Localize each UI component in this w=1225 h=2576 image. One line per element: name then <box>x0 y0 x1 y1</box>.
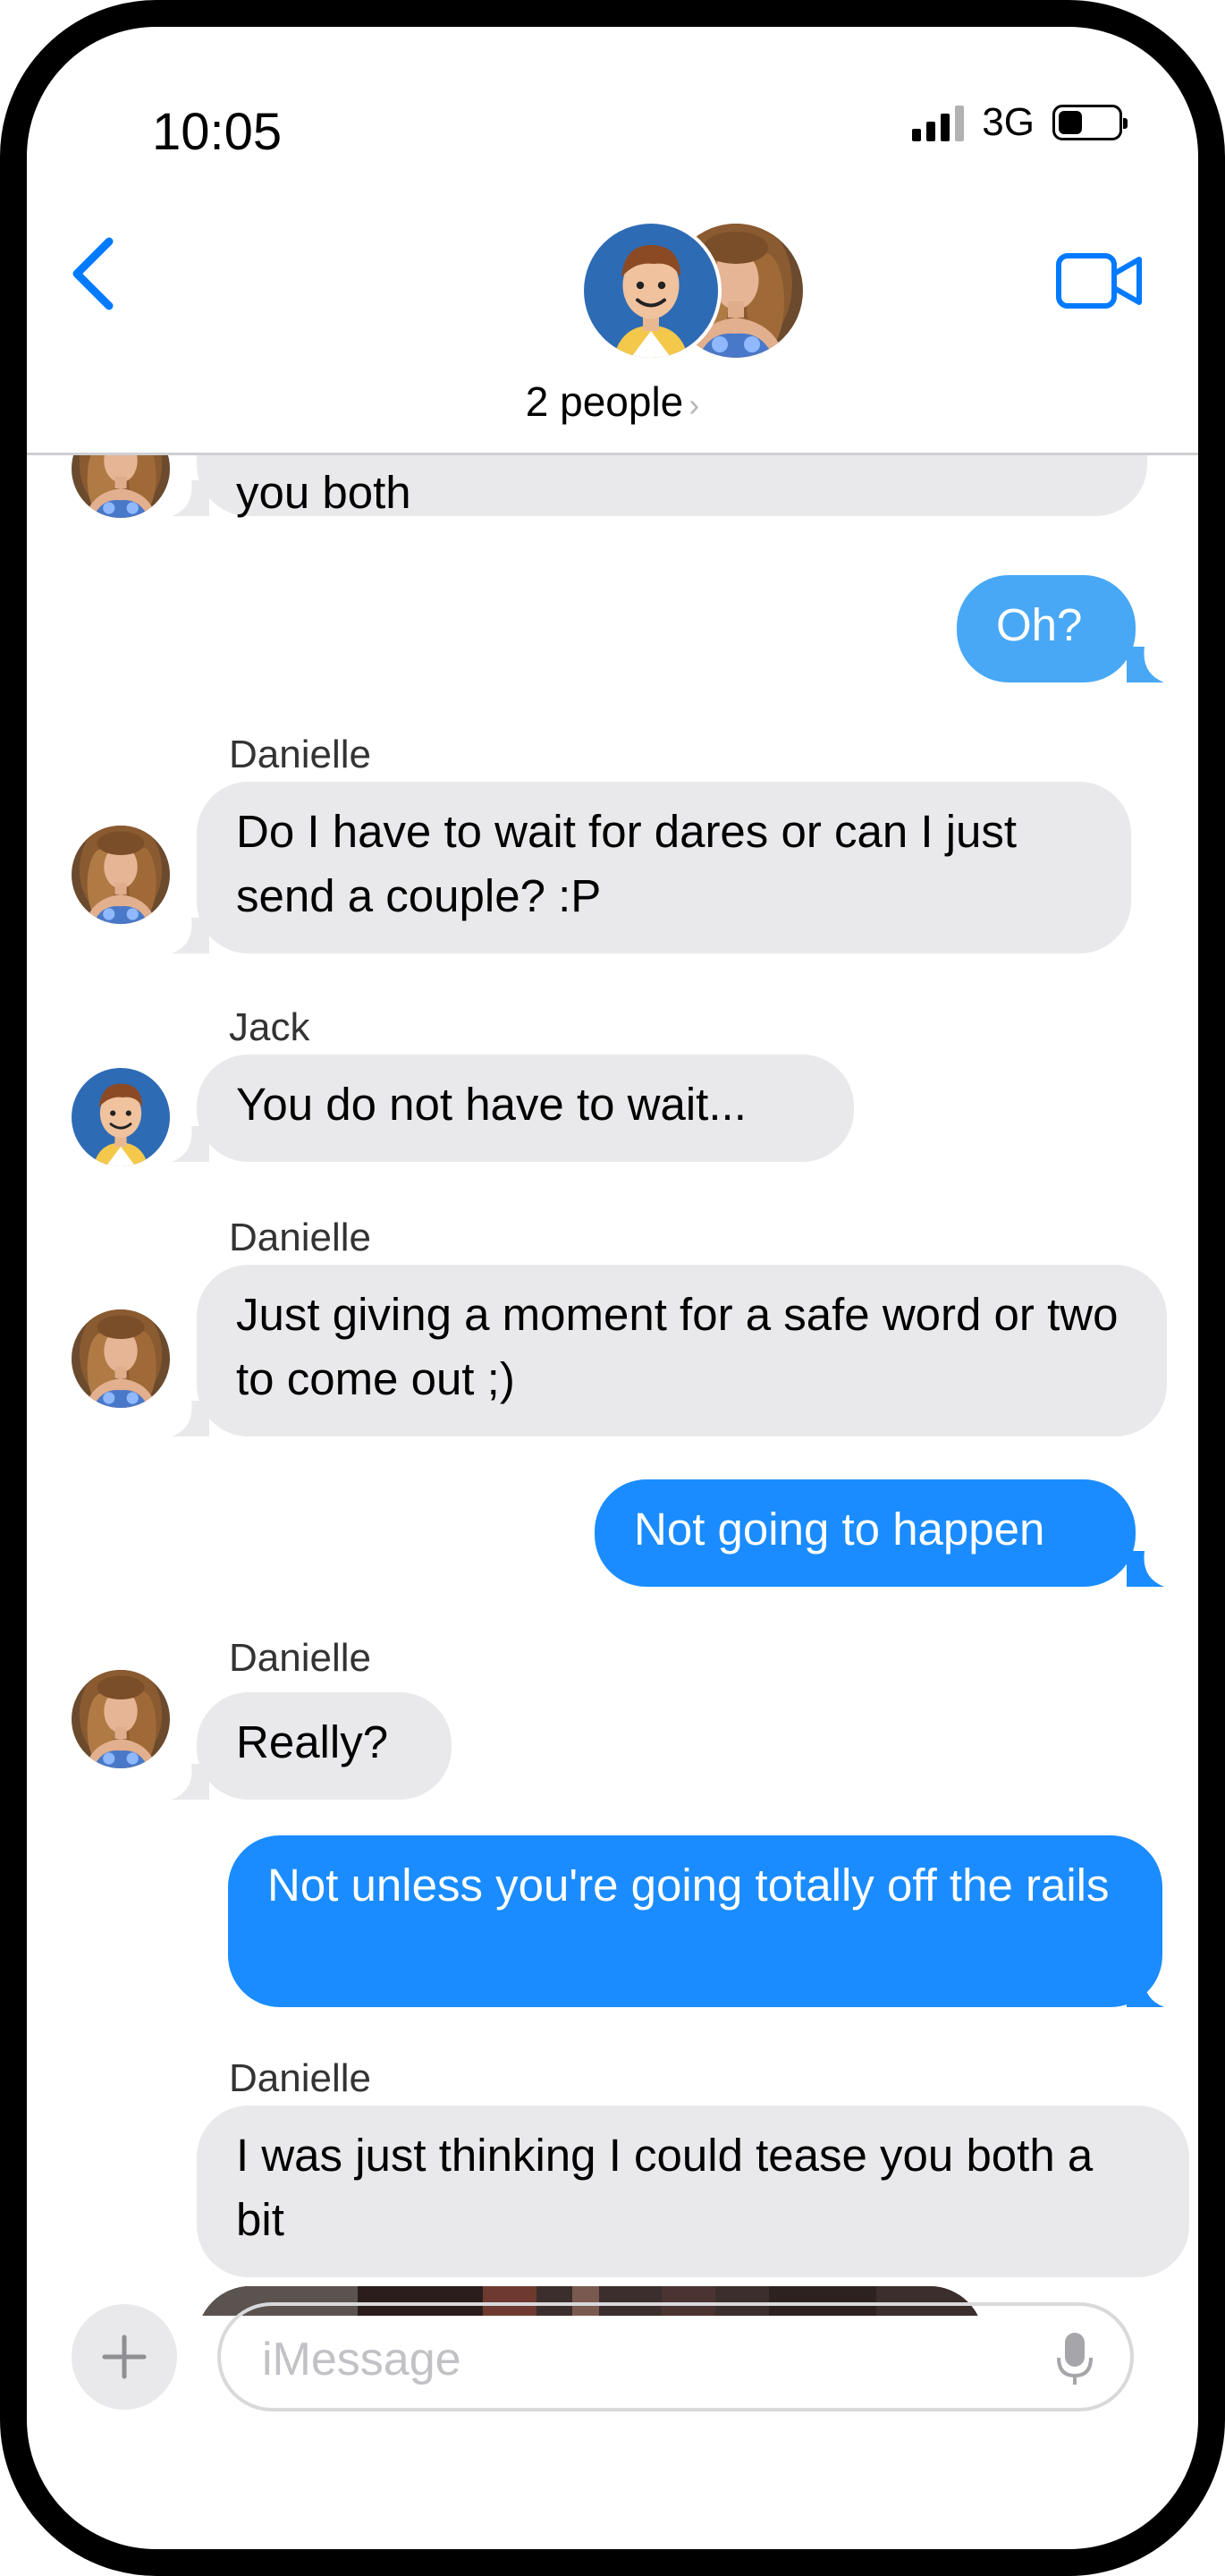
bubble-tail <box>172 1401 209 1436</box>
message-bubble-incoming[interactable]: I was just thinking I could tease you bo… <box>197 2106 1189 2277</box>
avatar-jack <box>580 220 722 361</box>
bubble-tail <box>172 918 209 953</box>
signal-icon <box>912 104 965 141</box>
status-indicators: 3G <box>912 100 1128 145</box>
dictation-button[interactable] <box>1055 2331 1094 2393</box>
message-bubble-incoming[interactable]: You do not have to wait... <box>197 1055 854 1162</box>
group-avatar[interactable] <box>580 220 772 367</box>
avatar <box>72 1309 170 1408</box>
message-text: Not going to happen <box>634 1504 1045 1555</box>
message-bubble-incoming[interactable]: you both <box>197 455 1147 518</box>
bubble-tail <box>1127 1551 1164 1587</box>
avatar <box>72 1670 170 1768</box>
sender-name: Danielle <box>229 1216 371 1259</box>
chevron-left-icon <box>72 237 114 310</box>
avatar <box>72 455 170 518</box>
conversation-header: 2 people › <box>27 188 1198 455</box>
message-bubble-outgoing[interactable]: Not unless you're going totally off the … <box>228 1835 1162 2007</box>
status-time: 10:05 <box>152 103 283 161</box>
bubble-tail <box>172 1764 209 1800</box>
phone-frame: 10:05 3G 2 people › you both Oh? Daniell… <box>0 0 1225 2576</box>
message-bubble-outgoing[interactable]: Not going to happen <box>595 1479 1136 1587</box>
video-camera-icon <box>1056 253 1142 309</box>
facetime-button[interactable] <box>1055 250 1145 318</box>
message-text: Just giving a moment for a safe word or … <box>236 1289 1119 1404</box>
message-text: Do I have to wait for dares or can I jus… <box>236 806 1018 921</box>
chevron-right-icon: › <box>689 386 700 423</box>
network-type: 3G <box>982 100 1035 144</box>
bubble-tail <box>172 1126 209 1162</box>
message-text: you both <box>236 467 411 518</box>
message-list[interactable]: you both Oh? Danielle Do I have to wait … <box>27 455 1198 2316</box>
bubble-tail <box>172 480 209 516</box>
message-text: Oh? <box>996 599 1083 650</box>
message-text: Not unless you're going totally off the … <box>267 1860 1110 1911</box>
sender-name: Danielle <box>229 1636 371 1680</box>
screen: 10:05 3G 2 people › you both Oh? Daniell… <box>27 27 1198 2549</box>
message-text: I was just thinking I could tease you bo… <box>236 2130 1094 2245</box>
battery-icon <box>1052 105 1128 140</box>
message-text: You do not have to wait... <box>236 1079 747 1130</box>
message-text: Really? <box>236 1716 389 1767</box>
message-input[interactable] <box>260 2327 1033 2392</box>
avatar <box>72 826 170 924</box>
bubble-tail <box>1127 647 1164 682</box>
back-button[interactable] <box>63 233 125 318</box>
message-bubble-incoming[interactable]: Just giving a moment for a safe word or … <box>197 1265 1167 1436</box>
sender-name: Jack <box>229 1005 310 1049</box>
message-input-container[interactable] <box>217 2302 1134 2411</box>
message-bubble-incoming[interactable]: Really? <box>197 1692 452 1800</box>
apps-button[interactable] <box>72 2304 177 2410</box>
bubble-tail <box>1127 1971 1164 2007</box>
sender-name: Danielle <box>229 2056 371 2100</box>
sender-name: Danielle <box>229 733 371 776</box>
message-bubble-outgoing[interactable]: Oh? <box>957 575 1136 682</box>
message-bubble-incoming[interactable]: Do I have to wait for dares or can I jus… <box>197 782 1131 953</box>
avatar <box>72 1068 170 1166</box>
group-title-text: 2 people <box>525 378 684 425</box>
microphone-icon <box>1057 2333 1093 2385</box>
group-title[interactable]: 2 people › <box>27 377 1198 426</box>
plus-icon <box>102 2334 147 2379</box>
